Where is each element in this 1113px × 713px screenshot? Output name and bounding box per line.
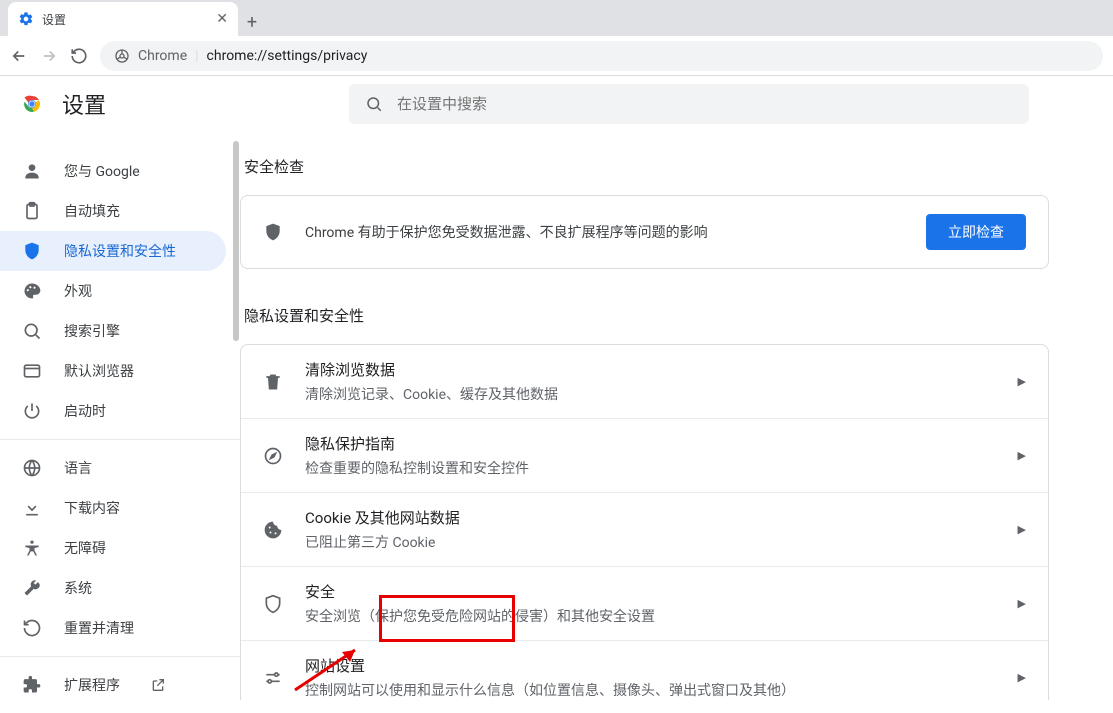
sidebar-item-label: 自动填充 bbox=[64, 201, 120, 221]
sidebar-item-label: 搜索引擎 bbox=[64, 321, 120, 341]
search-icon bbox=[365, 95, 383, 113]
row-title: Cookie 及其他网站数据 bbox=[305, 507, 996, 528]
sidebar-item-label: 默认浏览器 bbox=[64, 361, 134, 381]
row-subtitle: 已阻止第三方 Cookie bbox=[305, 532, 996, 552]
sidebar-item-label: 系统 bbox=[64, 578, 92, 598]
open-external-icon bbox=[150, 677, 166, 693]
search-icon bbox=[22, 321, 42, 341]
wrench-icon bbox=[22, 578, 42, 598]
chevron-right-icon: ▶ bbox=[1018, 523, 1026, 536]
sidebar-item-label: 您与 Google bbox=[64, 161, 140, 181]
tab-bar: 设置 ✕ + bbox=[0, 0, 1113, 36]
sidebar-scrollbar[interactable] bbox=[233, 141, 239, 341]
tab-title: 设置 bbox=[42, 11, 66, 28]
trash-icon bbox=[263, 372, 283, 392]
sidebar-item-reset[interactable]: 重置并清理 bbox=[0, 608, 226, 648]
address-bar[interactable]: Chrome | chrome://settings/privacy bbox=[100, 41, 1103, 71]
sidebar-item-you-and-google[interactable]: 您与 Google bbox=[0, 151, 226, 191]
row-subtitle: 安全浏览（保护您免受危险网站的侵害）和其他安全设置 bbox=[305, 606, 996, 626]
sidebar-item-label: 外观 bbox=[64, 281, 92, 301]
sidebar-item-privacy[interactable]: 隐私设置和安全性 bbox=[0, 231, 226, 271]
chevron-right-icon: ▶ bbox=[1018, 671, 1026, 684]
chrome-logo-icon bbox=[20, 92, 44, 116]
chevron-right-icon: ▶ bbox=[1018, 597, 1026, 610]
back-icon[interactable] bbox=[10, 47, 28, 65]
row-cookies[interactable]: Cookie 及其他网站数据已阻止第三方 Cookie ▶ bbox=[241, 492, 1048, 566]
row-title: 安全 bbox=[305, 581, 996, 602]
cookie-icon bbox=[263, 520, 283, 540]
compass-icon bbox=[263, 446, 283, 466]
browser-tab-settings[interactable]: 设置 ✕ bbox=[8, 2, 238, 36]
sidebar-item-languages[interactable]: 语言 bbox=[0, 448, 226, 488]
safety-check-text: Chrome 有助于保护您免受数据泄露、不良扩展程序等问题的影响 bbox=[305, 222, 904, 242]
close-icon[interactable]: ✕ bbox=[216, 11, 228, 27]
sidebar-item-label: 启动时 bbox=[64, 401, 106, 421]
chevron-right-icon: ▶ bbox=[1018, 449, 1026, 462]
sidebar-item-label: 重置并清理 bbox=[64, 618, 134, 638]
row-security[interactable]: 安全安全浏览（保护您免受危险网站的侵害）和其他安全设置 ▶ bbox=[241, 566, 1048, 640]
clipboard-icon bbox=[22, 201, 42, 221]
power-icon bbox=[22, 401, 42, 421]
shield-outline-icon bbox=[263, 594, 283, 614]
sidebar-item-appearance[interactable]: 外观 bbox=[0, 271, 226, 311]
toolbar: Chrome | chrome://settings/privacy bbox=[0, 36, 1113, 76]
chrome-info-icon bbox=[114, 48, 130, 64]
search-input[interactable] bbox=[397, 95, 1013, 113]
address-prefix: Chrome bbox=[138, 48, 187, 64]
address-url: chrome://settings/privacy bbox=[207, 48, 368, 64]
annotation-arrow-icon bbox=[290, 640, 370, 695]
browser-chrome: 设置 ✕ + Chrome | chrome://settings/privac… bbox=[0, 0, 1113, 76]
restore-icon bbox=[22, 618, 42, 638]
row-title: 隐私保护指南 bbox=[305, 433, 996, 454]
row-title: 清除浏览数据 bbox=[305, 359, 996, 380]
row-privacy-guide[interactable]: 隐私保护指南检查重要的隐私控制设置和安全控件 ▶ bbox=[241, 418, 1048, 492]
sidebar-item-on-startup[interactable]: 启动时 bbox=[0, 391, 226, 431]
sidebar-item-default-browser[interactable]: 默认浏览器 bbox=[0, 351, 226, 391]
forward-icon[interactable] bbox=[40, 47, 58, 65]
sidebar-item-label: 下载内容 bbox=[64, 498, 120, 518]
reload-icon[interactable] bbox=[70, 47, 88, 65]
chevron-right-icon: ▶ bbox=[1018, 375, 1026, 388]
row-title: 网站设置 bbox=[305, 655, 996, 676]
new-tab-button[interactable]: + bbox=[238, 8, 266, 36]
gear-icon bbox=[18, 11, 34, 27]
download-icon bbox=[22, 498, 42, 518]
accessibility-icon bbox=[22, 538, 42, 558]
palette-icon bbox=[22, 281, 42, 301]
sidebar-item-label: 无障碍 bbox=[64, 538, 106, 558]
row-subtitle: 检查重要的隐私控制设置和安全控件 bbox=[305, 458, 996, 478]
main-content: 安全检查 Chrome 有助于保护您免受数据泄露、不良扩展程序等问题的影响 立即… bbox=[240, 76, 1113, 700]
sidebar-item-label: 扩展程序 bbox=[64, 675, 120, 695]
sidebar-item-extensions[interactable]: 扩展程序 bbox=[0, 665, 226, 705]
row-subtitle: 控制网站可以使用和显示什么信息（如位置信息、摄像头、弹出式窗口及其他） bbox=[305, 680, 996, 700]
settings-search[interactable] bbox=[349, 84, 1029, 124]
settings-header: 设置 bbox=[0, 76, 1113, 132]
row-subtitle: 清除浏览记录、Cookie、缓存及其他数据 bbox=[305, 384, 996, 404]
sidebar: 您与 Google 自动填充隐私设置和安全性外观搜索引擎默认浏览器启动时语言下载内… bbox=[0, 76, 240, 700]
sidebar-item-system[interactable]: 系统 bbox=[0, 568, 226, 608]
safety-check-card: Chrome 有助于保护您免受数据泄露、不良扩展程序等问题的影响 立即检查 bbox=[240, 195, 1049, 269]
sidebar-item-autofill[interactable]: 自动填充 bbox=[0, 191, 226, 231]
sidebar-item-label: 语言 bbox=[64, 458, 92, 478]
page-title: 设置 bbox=[62, 88, 106, 120]
sidebar-item-accessibility[interactable]: 无障碍 bbox=[0, 528, 226, 568]
row-clear-data[interactable]: 清除浏览数据清除浏览记录、Cookie、缓存及其他数据 ▶ bbox=[241, 345, 1048, 418]
safety-check-heading: 安全检查 bbox=[244, 156, 1049, 177]
person-icon bbox=[22, 161, 42, 181]
shield-icon bbox=[263, 222, 283, 242]
shield-icon bbox=[22, 241, 42, 261]
puzzle-icon bbox=[22, 675, 42, 695]
check-now-button[interactable]: 立即检查 bbox=[926, 214, 1026, 250]
globe-icon bbox=[22, 458, 42, 478]
sliders-icon bbox=[263, 668, 283, 688]
privacy-heading: 隐私设置和安全性 bbox=[244, 305, 1049, 326]
sidebar-item-label: 隐私设置和安全性 bbox=[64, 241, 176, 261]
sidebar-item-search-engine[interactable]: 搜索引擎 bbox=[0, 311, 226, 351]
sidebar-item-downloads[interactable]: 下载内容 bbox=[0, 488, 226, 528]
browser-icon bbox=[22, 361, 42, 381]
